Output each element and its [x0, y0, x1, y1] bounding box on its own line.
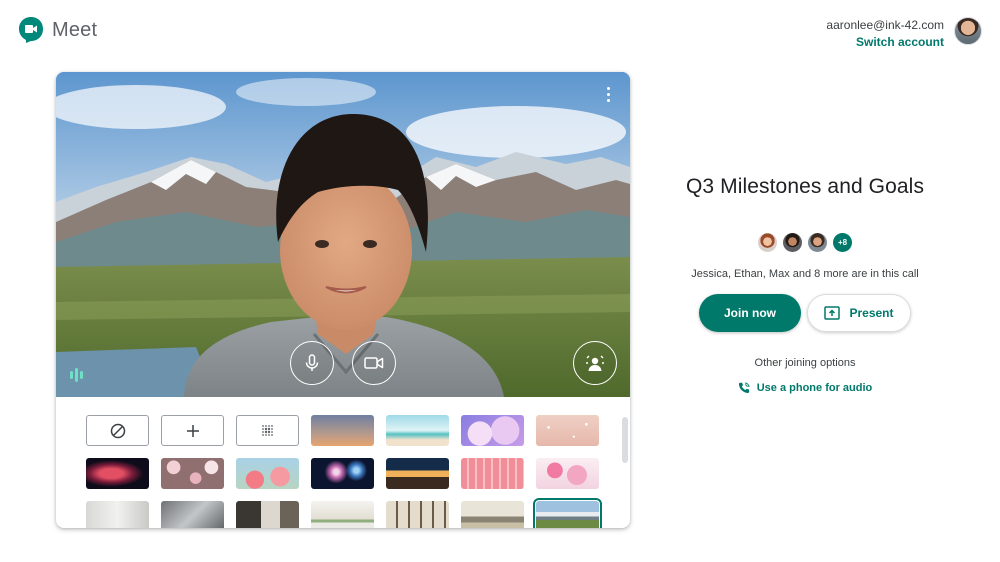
participant-avatar: [783, 233, 802, 252]
phone-icon: [738, 382, 750, 393]
background-white-room[interactable]: [86, 501, 149, 528]
other-joining-options-label: Other joining options: [754, 357, 856, 369]
visual-effects-icon: [586, 355, 604, 371]
background-scrollbar[interactable]: [622, 417, 628, 463]
video-background-scene: [56, 72, 630, 397]
background-picker: [56, 397, 630, 528]
background-row: [86, 458, 630, 489]
more-options-button[interactable]: [600, 84, 616, 104]
meet-logo[interactable]: Meet: [18, 16, 97, 44]
microphone-toggle-button[interactable]: [290, 341, 334, 385]
background-flowers[interactable]: [161, 458, 224, 489]
present-to-all-icon: [824, 306, 841, 320]
blur-icon: [261, 424, 273, 436]
join-pane: Q3 Milestones and Goals +8 Jessica, Etha…: [660, 175, 950, 399]
background-pink-pattern[interactable]: [461, 458, 524, 489]
present-button[interactable]: Present: [807, 294, 911, 332]
preview-card: [56, 72, 630, 528]
background-dusk-sky[interactable]: [311, 415, 374, 446]
camera-toggle-button[interactable]: [352, 341, 396, 385]
account-email: aaronlee@ink-42.com: [826, 18, 944, 32]
background-effects-button[interactable]: [573, 341, 617, 385]
background-safari[interactable]: [461, 501, 524, 528]
phone-audio-label: Use a phone for audio: [756, 382, 873, 394]
meet-logo-icon: [19, 17, 43, 43]
videocam-icon: [364, 357, 384, 369]
background-mountains[interactable]: [533, 498, 602, 528]
background-night-cabin[interactable]: [386, 458, 449, 489]
background-pink-blossoms[interactable]: [236, 458, 299, 489]
participant-avatar: [808, 233, 827, 252]
no-effect-button[interactable]: [86, 415, 149, 446]
join-actions: Join now Present: [660, 294, 950, 332]
user-avatar[interactable]: [954, 17, 982, 45]
background-grey-office[interactable]: [161, 501, 224, 528]
background-row: [86, 415, 630, 446]
background-shelves[interactable]: [386, 501, 449, 528]
app-name: Meet: [52, 18, 98, 41]
switch-account-link[interactable]: Switch account: [826, 33, 944, 51]
self-video-preview: [56, 72, 630, 397]
blur-background-button[interactable]: [236, 415, 299, 446]
audio-level-icon: [70, 368, 83, 382]
add-background-button[interactable]: [161, 415, 224, 446]
participant-avatars: +8: [660, 233, 950, 252]
join-now-button[interactable]: Join now: [699, 294, 801, 332]
background-nebula[interactable]: [86, 458, 149, 489]
background-beach[interactable]: [386, 415, 449, 446]
background-pink-sparkles[interactable]: [536, 415, 599, 446]
more-participants-badge: +8: [833, 233, 852, 252]
background-loft[interactable]: [236, 501, 299, 528]
account-info: aaronlee@ink-42.com Switch account: [826, 17, 944, 51]
meeting-title: Q3 Milestones and Goals: [685, 175, 925, 198]
background-purple-clouds[interactable]: [461, 415, 524, 446]
no-effect-icon: [110, 423, 125, 438]
present-button-label: Present: [849, 306, 894, 320]
add-icon: [186, 424, 199, 437]
background-cherry-blossom[interactable]: [536, 458, 599, 489]
background-fireworks[interactable]: [311, 458, 374, 489]
background-row: [86, 498, 630, 528]
mic-icon: [305, 354, 319, 371]
use-phone-for-audio-link[interactable]: Use a phone for audio: [738, 382, 873, 394]
participants-in-call-text: Jessica, Ethan, Max and 8 more are in th…: [691, 268, 919, 280]
participant-avatar: [758, 233, 777, 252]
background-bright-room[interactable]: [311, 501, 374, 528]
